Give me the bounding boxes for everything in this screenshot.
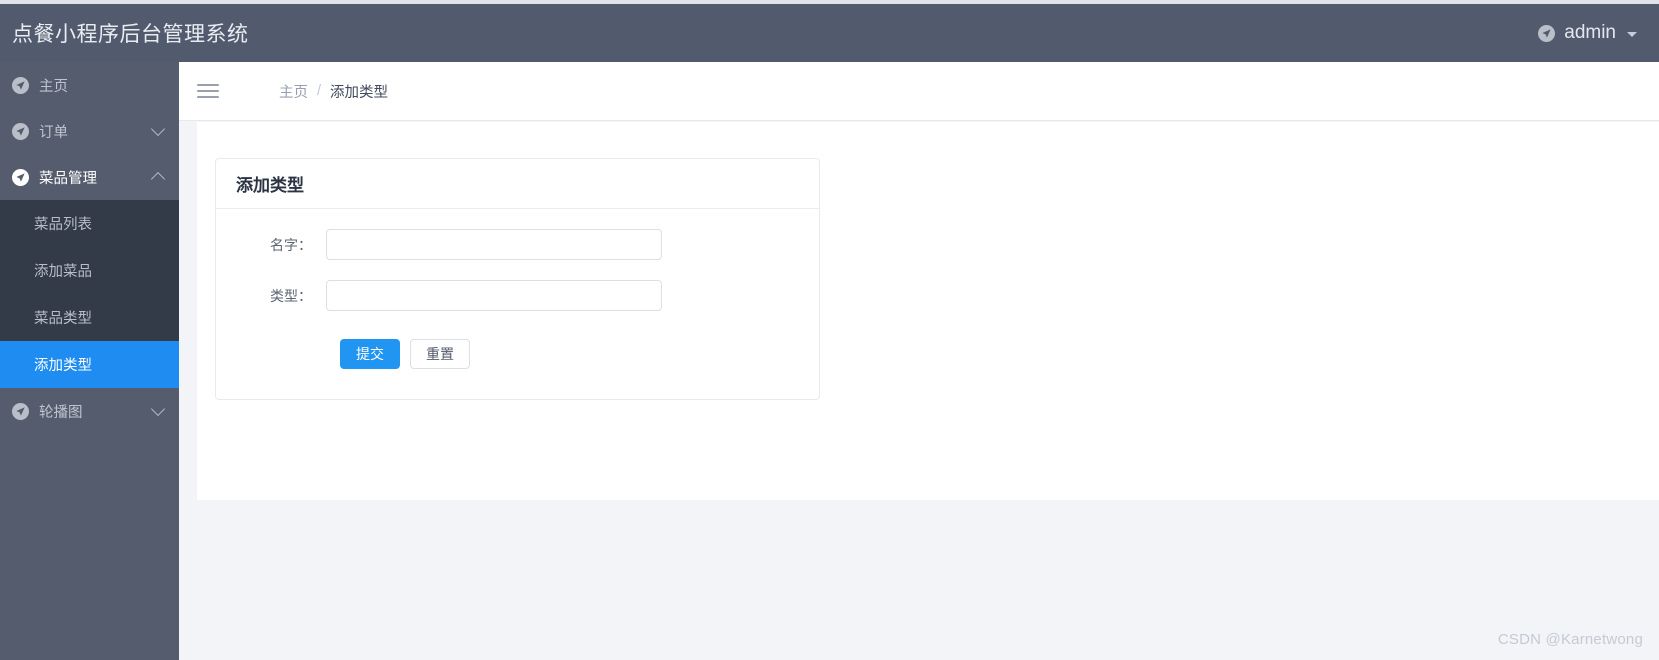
breadcrumb-separator: /: [317, 83, 322, 99]
user-name: admin: [1564, 22, 1616, 43]
form-row-type: 类型：: [216, 280, 819, 311]
card-title: 添加类型: [236, 176, 304, 195]
sidebar-subitem-label: 菜品类型: [34, 311, 92, 327]
chevron-down-icon: [150, 121, 166, 137]
sidebar-subitem-label: 添加类型: [34, 358, 92, 374]
chevron-up-icon: [150, 171, 166, 187]
sidebar-item-label: 轮播图: [39, 404, 83, 421]
add-type-card: 添加类型 名字： 类型： 提交 重置: [215, 158, 820, 400]
sidebar-subitem-dish-list[interactable]: 菜品列表: [0, 200, 179, 247]
app-root: 点餐小程序后台管理系统 admin 主页 订单 菜品管理 菜品列表 添加菜品 菜…: [0, 0, 1659, 660]
sidebar-item-label: 主页: [39, 78, 68, 95]
sidebar-item-home[interactable]: 主页: [0, 62, 179, 108]
breadcrumb-current: 添加类型: [330, 84, 389, 101]
breadcrumb: 主页 / 添加类型: [279, 81, 388, 102]
submit-button[interactable]: 提交: [340, 339, 400, 369]
sidebar-submenu-dish-management: 菜品列表 添加菜品 菜品类型 添加类型: [0, 200, 179, 388]
sidebar-item-dish-management[interactable]: 菜品管理: [0, 154, 179, 200]
sidebar-item-label: 订单: [39, 124, 68, 141]
nav-arrow-circle-icon: [12, 402, 29, 420]
form-actions: 提交 重置: [216, 339, 819, 369]
page-title: 点餐小程序后台管理系统: [12, 23, 249, 46]
nav-arrow-circle-icon: [12, 76, 29, 94]
name-field-label: 名字：: [270, 236, 312, 253]
nav-arrow-circle-icon: [1538, 24, 1556, 42]
sidebar-item-carousel[interactable]: 轮播图: [0, 388, 179, 434]
chevron-down-icon: [150, 401, 166, 417]
content-panel: 添加类型 名字： 类型： 提交 重置: [197, 122, 1659, 500]
hamburger-icon[interactable]: [197, 84, 219, 98]
chevron-down-icon[interactable]: [1627, 32, 1637, 37]
card-body: 名字： 类型： 提交 重置: [216, 209, 819, 399]
sidebar-subitem-dish-type[interactable]: 菜品类型: [0, 294, 179, 341]
sidebar-subitem-label: 添加菜品: [34, 264, 92, 280]
app-header: 点餐小程序后台管理系统 admin: [0, 4, 1659, 62]
reset-button[interactable]: 重置: [410, 339, 470, 369]
form-row-name: 名字：: [216, 229, 819, 260]
sidebar-subitem-add-type[interactable]: 添加类型: [0, 341, 179, 388]
sidebar-subitem-add-dish[interactable]: 添加菜品: [0, 247, 179, 294]
name-input[interactable]: [326, 229, 662, 260]
user-menu[interactable]: admin: [1538, 22, 1637, 44]
type-input[interactable]: [326, 280, 662, 311]
main-content: 主页 / 添加类型 添加类型 名字： 类型： 提交 重置: [179, 62, 1659, 660]
sidebar-subitem-label: 菜品列表: [34, 217, 92, 233]
card-header: 添加类型: [216, 159, 819, 209]
breadcrumb-bar: 主页 / 添加类型: [179, 62, 1659, 121]
sidebar-item-orders[interactable]: 订单: [0, 108, 179, 154]
nav-arrow-circle-icon: [12, 168, 29, 186]
watermark: CSDN @Karnetwong: [1497, 631, 1643, 648]
sidebar-item-label: 菜品管理: [39, 170, 97, 187]
sidebar: 主页 订单 菜品管理 菜品列表 添加菜品 菜品类型 添加类型 轮播图: [0, 62, 179, 660]
breadcrumb-home[interactable]: 主页: [279, 81, 308, 102]
nav-arrow-circle-icon: [12, 122, 29, 140]
type-field-label: 类型：: [270, 287, 312, 304]
